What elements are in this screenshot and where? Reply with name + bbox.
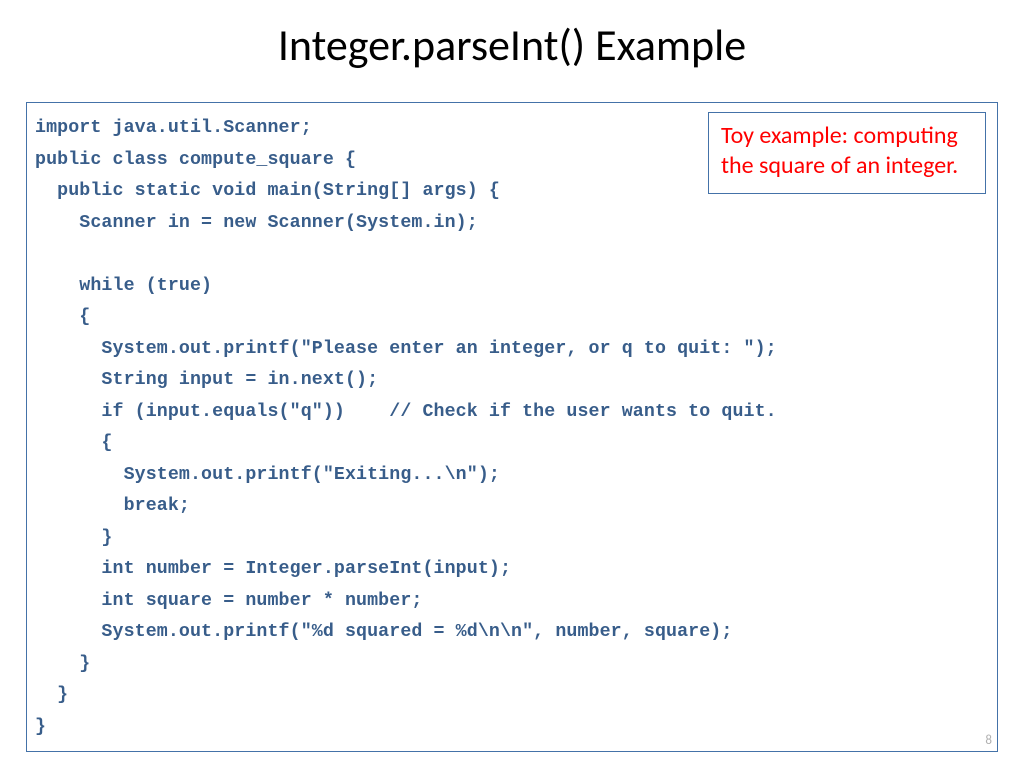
page-number: 8 [985,733,992,748]
slide-title: Integer.parseInt() Example [0,0,1024,84]
annotation-text: Toy example: computing the square of an … [721,121,973,181]
annotation-box: Toy example: computing the square of an … [708,112,986,194]
code-content: import java.util.Scanner; public class c… [35,113,989,743]
code-box: import java.util.Scanner; public class c… [26,102,998,752]
